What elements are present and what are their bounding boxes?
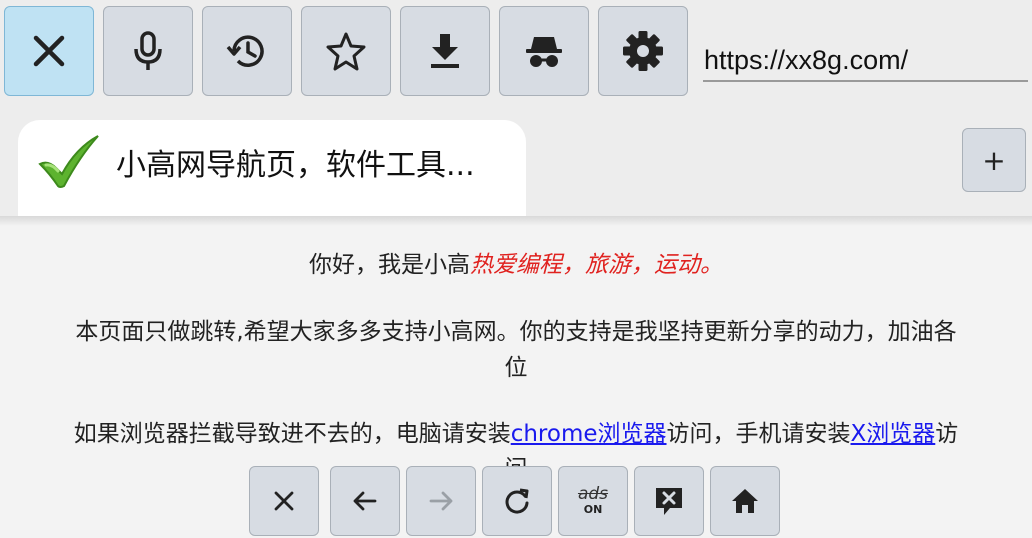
history-icon	[226, 35, 264, 67]
notice-line-wrap: 位	[504, 355, 528, 381]
advice-text-3: 访	[935, 421, 959, 447]
close-tab-button[interactable]	[4, 6, 94, 96]
x-browser-link[interactable]: X浏览器	[851, 421, 936, 447]
ads-label: ads	[577, 484, 609, 504]
back-button[interactable]	[330, 466, 400, 536]
close-icon	[274, 491, 294, 511]
download-icon	[431, 34, 459, 68]
greeting-highlight: 热爱编程，旅游，运动。	[470, 252, 723, 278]
voice-search-button[interactable]	[103, 6, 193, 96]
new-tab-button[interactable]: +	[962, 128, 1026, 192]
address-bar[interactable]: https://xx8g.com/	[703, 38, 1028, 82]
settings-button[interactable]	[598, 6, 688, 96]
bookmark-button[interactable]	[301, 6, 391, 96]
home-icon	[732, 489, 758, 513]
ads-status-label: ON	[583, 503, 603, 516]
chrome-browser-link[interactable]: chrome浏览器	[511, 421, 667, 447]
tab-strip: 小高网导航页，软件工具... +	[0, 104, 1032, 216]
notice-line: 本页面只做跳转,希望大家多多支持小高网。你的支持是我坚持更新分享的动力，加油各	[75, 319, 957, 345]
browser-advice-line: 如果浏览器拦截导致进不去的，电脑请安装chrome浏览器访问，手机请安装X浏览器…	[0, 417, 1032, 451]
close-icon	[33, 35, 65, 67]
arrow-left-icon	[353, 491, 377, 511]
greeting-line: 你好，我是小高热爱编程，旅游，运动。	[0, 248, 1032, 282]
close-page-button[interactable]	[249, 466, 319, 536]
arrow-right-icon	[429, 491, 453, 511]
active-tab[interactable]: 小高网导航页，软件工具...	[18, 120, 526, 216]
home-button[interactable]	[710, 466, 780, 536]
reload-button[interactable]	[482, 466, 552, 536]
incognito-icon	[526, 37, 562, 67]
adblock-toggle-button[interactable]: ads ON	[558, 466, 628, 536]
reload-icon	[505, 488, 529, 514]
report-button[interactable]	[634, 466, 704, 536]
microphone-icon	[134, 31, 162, 70]
tab-title: 小高网导航页，软件工具...	[116, 148, 475, 183]
advice-text-2: 访问，手机请安装	[666, 421, 851, 447]
download-button[interactable]	[400, 6, 490, 96]
feedback-icon	[656, 488, 682, 515]
history-button[interactable]	[202, 6, 292, 96]
gear-icon	[623, 31, 663, 71]
forward-button[interactable]	[406, 466, 476, 536]
incognito-button[interactable]	[499, 6, 589, 96]
star-icon	[326, 32, 366, 71]
checkmark-icon	[38, 135, 99, 188]
advice-text-1: 如果浏览器拦截导致进不去的，电脑请安装	[73, 421, 511, 447]
top-toolbar: https://xx8g.com/	[0, 0, 1032, 104]
greeting-text: 你好，我是小高	[309, 252, 470, 278]
